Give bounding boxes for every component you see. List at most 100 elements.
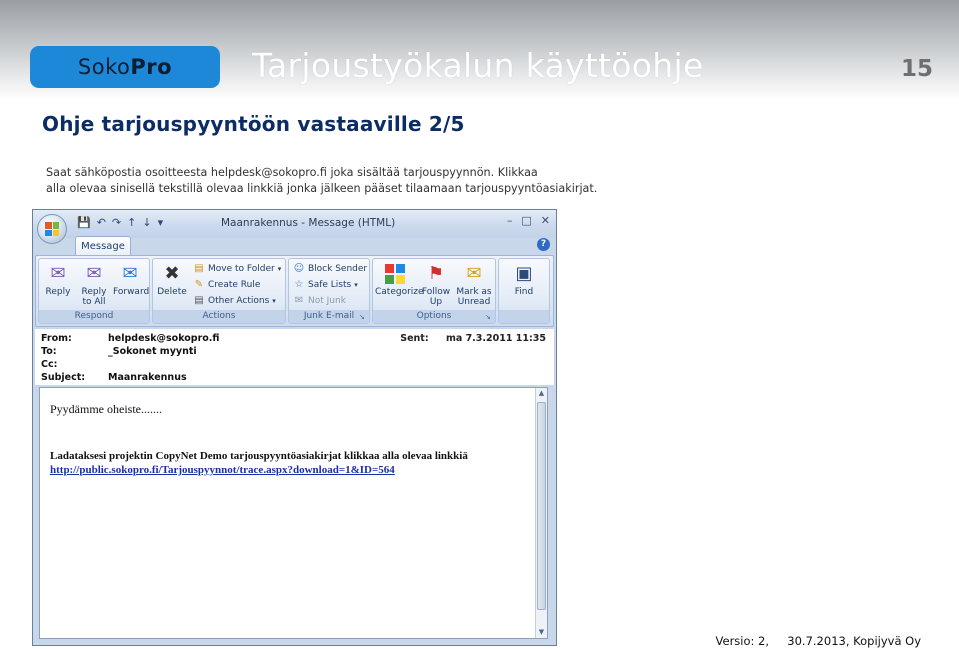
subject-label: Subject: — [41, 372, 86, 383]
reply-button[interactable]: ✉ Reply — [41, 263, 75, 297]
group-label-options: Options — [373, 310, 495, 323]
not-junk-button[interactable]: ✉ Not Junk — [293, 295, 346, 307]
group-respond: ✉ Reply ✉ Reply to All ✉ Forward Respond — [38, 258, 150, 324]
quick-access-toolbar: 💾 ↶ ↷ ↑ ↓ ▾ — [77, 216, 163, 229]
body-greeting: Pyydämme oheiste....... — [50, 402, 162, 416]
other-actions-button[interactable]: ▤ Other Actions ▾ — [193, 295, 276, 307]
categorize-label: Categorize — [375, 287, 424, 297]
scroll-up-icon[interactable]: ▲ — [536, 388, 547, 399]
cc-row: Cc: — [41, 359, 105, 370]
reply-label: Reply — [45, 287, 71, 297]
dialog-launcher-icon[interactable]: ↘ — [359, 313, 367, 321]
sokopro-logo: Soko Pro — [30, 46, 220, 88]
mark-unread-label-1: Mark as — [456, 287, 492, 297]
category-squares-icon — [385, 264, 405, 284]
sent-label: Sent: — [400, 333, 429, 344]
delete-button[interactable]: ✖ Delete — [155, 263, 189, 297]
customize-qat-icon[interactable]: ▾ — [158, 216, 164, 229]
reply-icon: ✉ — [50, 263, 66, 284]
forward-icon: ✉ — [122, 263, 138, 284]
safe-lists-button[interactable]: ☆ Safe Lists ▾ — [293, 279, 358, 291]
logo-soko-text: Soko — [77, 55, 131, 79]
create-rule-button[interactable]: ✎ Create Rule — [193, 279, 261, 291]
sent-value: ma 7.3.2011 11:35 — [445, 333, 546, 344]
redo-icon[interactable]: ↷ — [112, 216, 121, 229]
folder-icon: ▤ — [194, 263, 204, 274]
scroll-down-icon[interactable]: ▼ — [536, 627, 547, 638]
office-button[interactable] — [37, 214, 67, 244]
forward-button[interactable]: ✉ Forward — [113, 263, 149, 297]
follow-up-button[interactable]: ⚑ Follow Up — [419, 263, 453, 307]
document-title: Tarjoustyökalun käyttöohje — [252, 46, 704, 85]
close-icon[interactable]: ✕ — [541, 214, 550, 227]
reply-all-icon: ✉ — [86, 263, 102, 284]
move-to-folder-button[interactable]: ▤ Move to Folder ▾ — [193, 263, 281, 275]
other-actions-label: Other Actions — [208, 296, 270, 306]
mark-unread-icon: ✉ — [466, 263, 482, 284]
rule-icon: ✎ — [194, 279, 204, 290]
scrollbar-thumb[interactable] — [537, 402, 546, 610]
vertical-scrollbar[interactable]: ▲ ▼ — [535, 388, 547, 638]
down-arrow-icon[interactable]: ↓ — [142, 216, 151, 229]
other-actions-icon: ▤ — [194, 295, 204, 306]
section-subtitle: Ohje tarjouspyyntöön vastaaville 2/5 — [42, 112, 465, 136]
not-junk-icon: ✉ — [294, 295, 304, 306]
download-link[interactable]: http://public.sokopro.fi/Tarjouspyynnot/… — [50, 464, 395, 476]
move-to-folder-label: Move to Folder — [208, 264, 275, 274]
safe-lists-label: Safe Lists — [308, 280, 352, 290]
save-icon[interactable]: 💾 — [77, 216, 91, 229]
follow-up-label-2: Up — [429, 297, 443, 307]
ribbon-tab-row: Message ? — [33, 234, 556, 256]
to-label: To: — [41, 346, 57, 357]
to-value[interactable]: _Sokonet myynti — [108, 346, 197, 357]
logo-pro-text: Pro — [130, 55, 173, 79]
window-controls: – □ ✕ — [507, 214, 550, 227]
body-instruction: Ladataksesi projektin CopyNet Demo tarjo… — [50, 450, 468, 462]
safe-lists-icon: ☆ — [294, 279, 304, 290]
dialog-launcher-icon[interactable]: ↘ — [485, 313, 493, 321]
delete-icon: ✖ — [164, 263, 180, 284]
group-find: ▣ Find — [498, 258, 550, 324]
not-junk-label: Not Junk — [308, 296, 346, 306]
minimize-icon[interactable]: – — [507, 214, 513, 227]
outlook-message-window: 💾 ↶ ↷ ↑ ↓ ▾ Maanrakennus - Message (HTML… — [32, 209, 557, 646]
up-arrow-icon[interactable]: ↑ — [127, 216, 136, 229]
block-sender-icon: ☺ — [293, 263, 305, 274]
sent-row: Sent: ma 7.3.2011 11:35 — [400, 333, 546, 344]
reply-all-label-2: to All — [82, 297, 106, 307]
from-row: From: helpdesk@sokopro.fi — [41, 333, 219, 344]
chevron-down-icon: ▾ — [272, 297, 276, 305]
find-button[interactable]: ▣ Find — [507, 263, 541, 297]
subject-value: Maanrakennus — [108, 372, 187, 383]
binoculars-icon: ▣ — [515, 263, 533, 284]
message-header: From: helpdesk@sokopro.fi To: _Sokonet m… — [35, 329, 554, 385]
create-rule-label: Create Rule — [208, 280, 261, 290]
mark-as-unread-button[interactable]: ✉ Mark as Unread — [455, 263, 493, 307]
categorize-icon — [383, 263, 407, 285]
find-label: Find — [514, 287, 534, 297]
intro-text: Saat sähköpostia osoitteesta helpdesk@so… — [46, 165, 606, 196]
chevron-down-icon: ▾ — [354, 281, 358, 289]
from-value[interactable]: helpdesk@sokopro.fi — [108, 333, 219, 344]
page-footer: Versio: 2, 30.7.2013, Kopijyvä Oy — [715, 634, 921, 648]
reply-all-button[interactable]: ✉ Reply to All — [77, 263, 111, 307]
chevron-down-icon: ▾ — [277, 265, 282, 273]
ribbon: ✉ Reply ✉ Reply to All ✉ Forward Respond… — [35, 255, 554, 327]
block-sender-button[interactable]: ☺ Block Sender — [293, 263, 367, 275]
intro-line-1: Saat sähköpostia osoitteesta helpdesk@so… — [46, 166, 538, 179]
office-logo-icon — [45, 222, 59, 236]
block-sender-label: Block Sender — [308, 264, 368, 274]
subject-row: Subject: Maanrakennus — [41, 372, 187, 383]
message-body: Pyydämme oheiste....... Ladataksesi proj… — [39, 387, 548, 639]
group-actions: ✖ Delete ▤ Move to Folder ▾ ✎ Create Rul… — [152, 258, 286, 324]
maximize-icon[interactable]: □ — [521, 214, 531, 227]
delete-label: Delete — [157, 287, 187, 297]
tab-message[interactable]: Message — [75, 236, 131, 256]
from-label: From: — [41, 333, 72, 344]
page-number: 15 — [900, 56, 933, 82]
group-junk-email: ☺ Block Sender ☆ Safe Lists ▾ ✉ Not Junk… — [288, 258, 370, 324]
undo-icon[interactable]: ↶ — [97, 216, 106, 229]
mark-unread-label-2: Unread — [457, 297, 491, 307]
categorize-button[interactable]: Categorize — [375, 263, 424, 297]
help-icon[interactable]: ? — [537, 238, 550, 251]
